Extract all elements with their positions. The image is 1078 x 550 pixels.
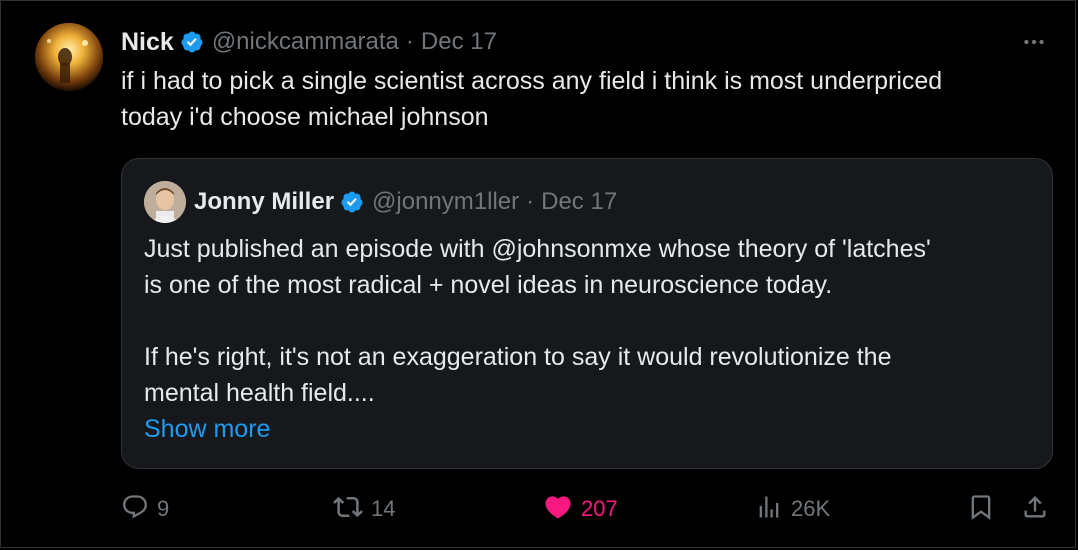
avatar-image	[35, 23, 103, 91]
tweet-header: Nick @nickcammarata · Dec 17	[121, 25, 497, 59]
like-button[interactable]: 207	[543, 489, 618, 529]
views-chart-icon	[755, 493, 783, 526]
header-separator: ·	[405, 28, 414, 55]
show-more-link[interactable]: Show more	[144, 411, 270, 447]
reply-icon	[121, 493, 149, 526]
repost-count: 14	[371, 496, 396, 521]
tweet-text: if i had to pick a single scientist acro…	[121, 67, 943, 131]
quoted-author-name[interactable]: Jonny Miller	[194, 188, 334, 216]
reply-count: 9	[157, 496, 170, 521]
share-icon	[1021, 493, 1049, 526]
verified-badge-icon	[180, 30, 204, 54]
more-dots-icon[interactable]	[1019, 27, 1049, 57]
share-button[interactable]	[1021, 489, 1049, 529]
quoted-tweet-date[interactable]: Dec 17	[541, 188, 617, 216]
heart-icon	[543, 492, 573, 527]
bookmark-icon	[967, 493, 995, 526]
reply-button[interactable]: 9	[121, 489, 169, 529]
author-name[interactable]: Nick	[121, 28, 174, 57]
author-avatar[interactable]	[35, 23, 103, 91]
quoted-author-handle[interactable]: @jonnym1ller	[372, 188, 519, 216]
quoted-header-separator: ·	[526, 188, 535, 215]
tweet-date[interactable]: Dec 17	[421, 28, 497, 56]
quoted-tweet[interactable]: Jonny Miller @jonnym1ller · Dec 17 Just …	[121, 158, 1053, 469]
quoted-author-avatar[interactable]	[144, 181, 186, 223]
bookmark-button[interactable]	[967, 489, 995, 529]
views-count: 26K	[791, 496, 831, 521]
tweet-actions-bar: 9 14 207 26K	[1, 489, 1077, 529]
repost-button[interactable]: 14	[333, 489, 395, 529]
tweet-card[interactable]: Nick @nickcammarata · Dec 17 if i had to…	[0, 0, 1076, 548]
quoted-tweet-header: Jonny Miller @jonnym1ller · Dec 17	[194, 185, 617, 219]
quoted-tweet-text: Just published an episode with @johnsonm…	[144, 235, 931, 407]
verified-badge-icon	[340, 190, 364, 214]
like-count: 207	[581, 496, 618, 521]
views-button[interactable]: 26K	[755, 489, 830, 529]
repost-icon	[333, 492, 363, 527]
author-handle[interactable]: @nickcammarata	[212, 28, 399, 56]
quoted-avatar-image	[144, 181, 186, 223]
